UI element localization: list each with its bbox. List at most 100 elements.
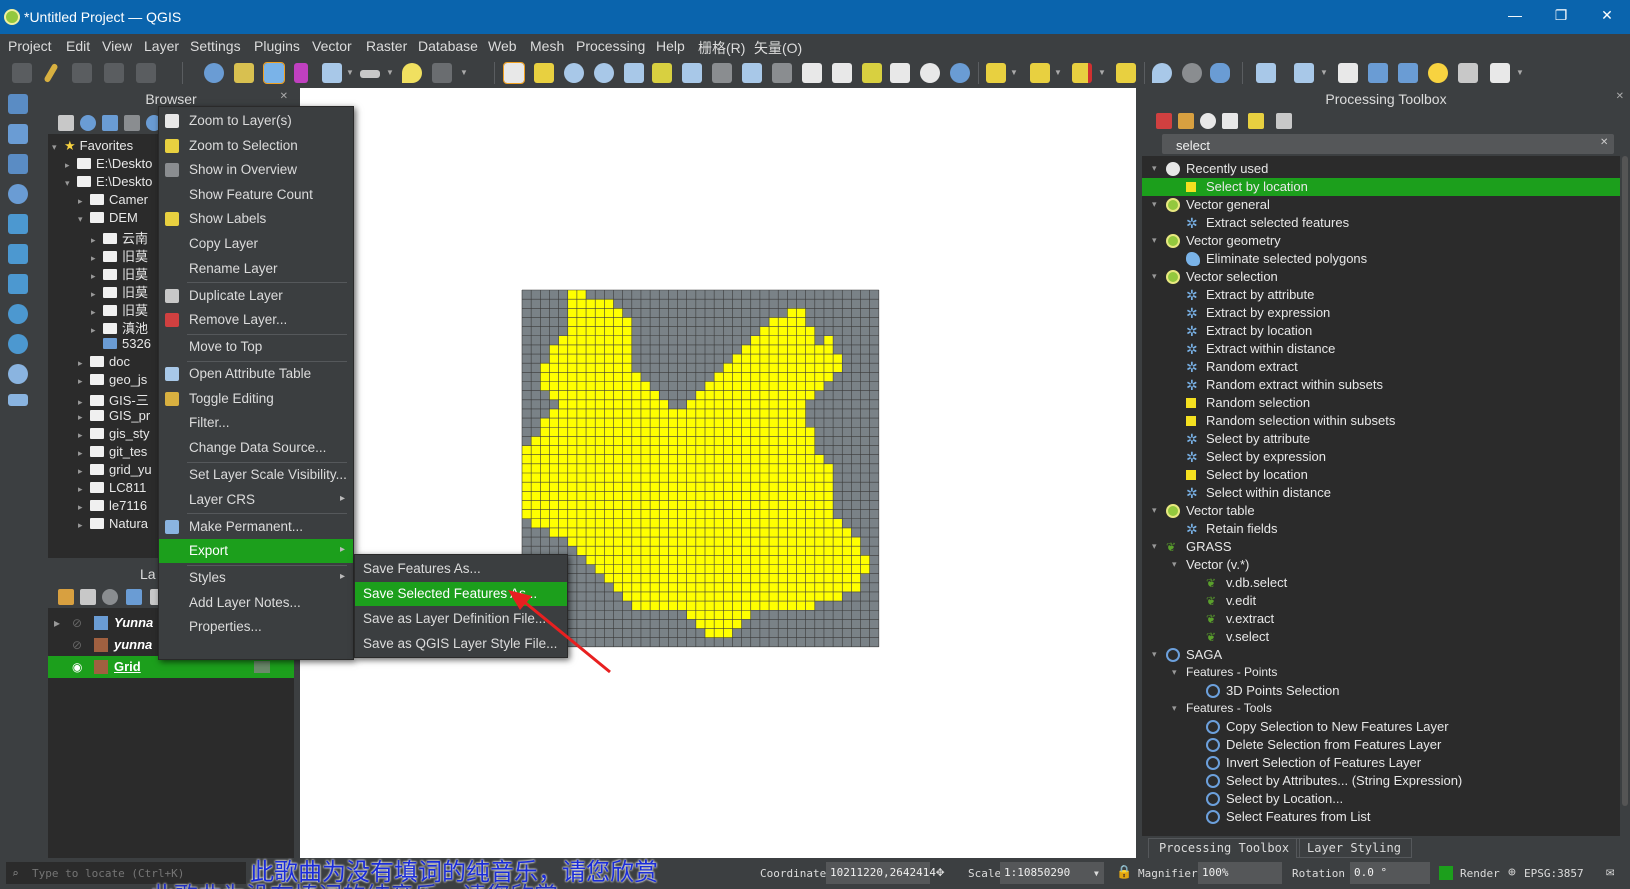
- chevron-right-icon[interactable]: ▸: [78, 358, 90, 369]
- style-manager-icon[interactable]: [58, 589, 74, 605]
- chevron-down-icon[interactable]: ▼: [460, 68, 468, 77]
- browser-item[interactable]: ▸ 滇池: [91, 318, 148, 336]
- processing-algorithm[interactable]: Random selection: [1142, 394, 1620, 412]
- processing-scrollbar[interactable]: [1622, 156, 1628, 806]
- processing-algorithm[interactable]: ▾ Features - Points: [1142, 664, 1620, 682]
- chevron-right-icon[interactable]: ▸: [54, 616, 60, 630]
- chevron-down-icon[interactable]: ▾: [1172, 703, 1177, 714]
- menu-project[interactable]: Project: [8, 38, 52, 54]
- zoom-in-icon[interactable]: [564, 63, 584, 83]
- chevron-down-icon[interactable]: ▾: [1152, 649, 1157, 660]
- chevron-right-icon[interactable]: ▸: [78, 448, 90, 459]
- select-location-icon[interactable]: [1116, 63, 1136, 83]
- browser-item[interactable]: ▸ GIS_pr: [78, 408, 150, 426]
- context-menu-item[interactable]: Remove Layer...: [159, 308, 353, 332]
- processing-gear-icon[interactable]: [263, 62, 285, 84]
- processing-algorithm[interactable]: ✲ Retain fields: [1142, 520, 1620, 538]
- identify-icon[interactable]: [204, 63, 224, 83]
- menu-help[interactable]: Help: [656, 38, 685, 54]
- save-edits-icon[interactable]: [72, 63, 92, 83]
- export-menu-item[interactable]: Save Features As...: [355, 557, 567, 581]
- browser-item[interactable]: ▸ Natura: [78, 516, 148, 534]
- lock-scale-icon[interactable]: 🔒: [1116, 865, 1132, 880]
- menu-database[interactable]: Database: [418, 38, 478, 54]
- processing-group[interactable]: ▾ ❦ GRASS: [1142, 538, 1620, 556]
- text-annotation-icon[interactable]: [1458, 63, 1478, 83]
- chevron-down-icon[interactable]: ▼: [346, 68, 354, 77]
- processing-algorithm[interactable]: ✲ Random extract within subsets: [1142, 376, 1620, 394]
- restore-button[interactable]: ❐: [1546, 7, 1576, 27]
- history-icon[interactable]: [1200, 113, 1216, 129]
- zoom-next-icon[interactable]: [772, 63, 792, 83]
- processing-group[interactable]: ▾ Vector general: [1142, 196, 1620, 214]
- chevron-right-icon[interactable]: ▸: [91, 271, 103, 282]
- browser-item[interactable]: ▸ grid_yu: [78, 462, 152, 480]
- database-icon[interactable]: [1210, 63, 1230, 83]
- filter-legend-icon[interactable]: [126, 589, 142, 605]
- chevron-down-icon[interactable]: ▾: [1172, 667, 1177, 678]
- chevron-down-icon[interactable]: ▼: [1098, 68, 1106, 77]
- chevron-down-icon[interactable]: ▾: [1152, 541, 1157, 552]
- star-icon[interactable]: [1428, 63, 1448, 83]
- processing-group[interactable]: ▾ SAGA: [1142, 646, 1620, 664]
- select-by-value-icon[interactable]: [1030, 63, 1050, 83]
- bookmark-icon[interactable]: [862, 63, 882, 83]
- browser-item[interactable]: ▸ 旧莫: [91, 282, 148, 300]
- chevron-down-icon[interactable]: ▼: [1010, 68, 1018, 77]
- close-icon[interactable]: ✕: [1616, 91, 1624, 102]
- menu-vector-cn[interactable]: 矢量(O): [754, 38, 802, 58]
- add-xyz-icon[interactable]: [8, 364, 28, 384]
- chevron-down-icon[interactable]: ▼: [1054, 68, 1062, 77]
- browser-item[interactable]: ▸ E:\Deskto: [65, 156, 152, 174]
- browser-item[interactable]: 5326: [91, 336, 151, 354]
- chevron-right-icon[interactable]: ▸: [91, 289, 103, 300]
- context-menu-item[interactable]: Toggle Editing: [159, 387, 353, 411]
- processing-algorithm[interactable]: Select by location: [1142, 178, 1620, 196]
- eye-icon[interactable]: ⊘: [72, 616, 82, 630]
- menu-layer[interactable]: Layer: [144, 38, 179, 54]
- menu-plugins[interactable]: Plugins: [254, 38, 300, 54]
- grid-icon[interactable]: [234, 63, 254, 83]
- browser-item[interactable]: ▸ doc: [78, 354, 130, 372]
- context-menu-item[interactable]: Make Permanent...: [159, 515, 353, 539]
- comment-icon[interactable]: [1490, 63, 1510, 83]
- show-bookmarks-icon[interactable]: [890, 63, 910, 83]
- settings-icon[interactable]: [432, 63, 452, 83]
- crs-label[interactable]: EPSG:3857: [1524, 867, 1584, 880]
- browser-item[interactable]: ▾ E:\Deskto: [65, 174, 152, 192]
- coordinate-field[interactable]: 10211220,2642414: [826, 862, 936, 884]
- chevron-down-icon[interactable]: ▾: [1152, 505, 1157, 516]
- processing-algorithm[interactable]: Eliminate selected polygons: [1142, 250, 1620, 268]
- deselect-icon[interactable]: [1072, 63, 1092, 83]
- processing-algorithm[interactable]: ✲ Extract within distance: [1142, 340, 1620, 358]
- menu-vector[interactable]: Vector: [312, 38, 352, 54]
- chevron-down-icon[interactable]: ▾: [1152, 271, 1157, 282]
- rectangle-select-icon[interactable]: [1398, 63, 1418, 83]
- pan-hand-icon[interactable]: [503, 62, 525, 84]
- messages-icon[interactable]: ✉: [1606, 864, 1614, 880]
- browser-item[interactable]: ▸ geo_js: [78, 372, 147, 390]
- eye-icon[interactable]: ⊘: [72, 638, 82, 652]
- context-menu-item[interactable]: Open Attribute Table: [159, 362, 353, 386]
- digitize-icon[interactable]: [12, 63, 32, 83]
- chevron-right-icon[interactable]: ▸: [78, 196, 90, 207]
- add-spatialite-icon[interactable]: [8, 214, 28, 234]
- new-shapefile-icon[interactable]: [8, 394, 28, 406]
- node-tool-icon[interactable]: [1368, 63, 1388, 83]
- chevron-down-icon[interactable]: ▾: [1152, 235, 1157, 246]
- context-menu-item[interactable]: Copy Layer: [159, 232, 353, 256]
- add-wcs-icon[interactable]: [8, 334, 28, 354]
- chevron-right-icon[interactable]: ▸: [91, 325, 103, 336]
- processing-algorithm[interactable]: Copy Selection to New Features Layer: [1142, 718, 1620, 736]
- zoom-selection-icon[interactable]: [652, 63, 672, 83]
- add-vector-layer-icon[interactable]: [8, 94, 28, 114]
- chevron-right-icon[interactable]: ▸: [91, 235, 103, 246]
- magnifier-field[interactable]: 100%: [1198, 862, 1282, 884]
- chevron-right-icon[interactable]: ▸: [78, 520, 90, 531]
- processing-algorithm[interactable]: ✲ Select by expression: [1142, 448, 1620, 466]
- add-postgis-icon[interactable]: [8, 244, 28, 264]
- zoom-out-icon[interactable]: [594, 63, 614, 83]
- add-raster-layer-icon[interactable]: [8, 124, 28, 144]
- chevron-down-icon[interactable]: ▼: [1320, 68, 1328, 77]
- pencil-icon[interactable]: [43, 62, 59, 84]
